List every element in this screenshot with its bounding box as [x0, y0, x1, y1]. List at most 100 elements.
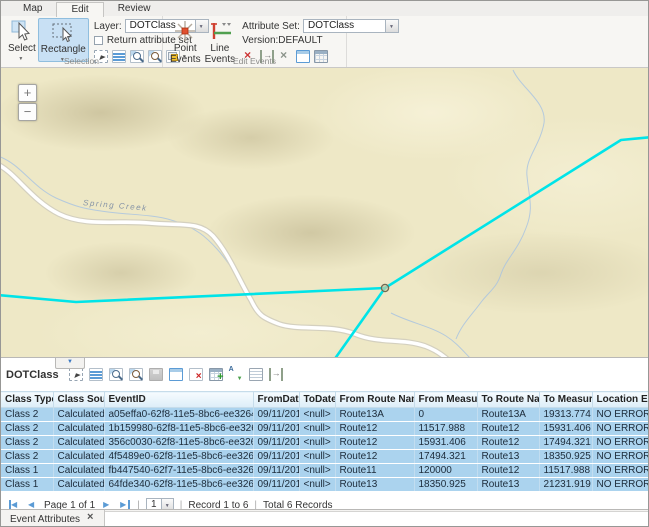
add-record-icon[interactable]: [209, 368, 223, 381]
zoom-in-button[interactable]: +: [18, 84, 37, 102]
table-cell: <null>: [299, 478, 335, 492]
ribbon: Select Rectangle Layer: DOTClass: [1, 16, 648, 68]
table-cell: 15931.406: [414, 436, 477, 450]
map-features: [1, 68, 649, 357]
edit-events-group: Point Events Line Events Attribute Set:: [163, 16, 347, 67]
measure-view-icon[interactable]: [269, 368, 283, 381]
table-cell: 11517.988: [539, 464, 592, 478]
table-cell: 09/11/2015: [253, 478, 299, 492]
save-icon[interactable]: [149, 368, 163, 381]
line-events-icon: [207, 19, 233, 43]
table-row[interactable]: Class 2Calculated4f5489e0-62f8-11e5-8bc6…: [1, 450, 649, 464]
table-cell: 21231.919: [539, 478, 592, 492]
event-editor-window: Map Edit Review Select Rectangle: [0, 0, 649, 527]
tab-review[interactable]: Review: [104, 2, 165, 16]
column-header[interactable]: Class Source: [53, 392, 104, 408]
table-cell: 09/11/2015: [253, 422, 299, 436]
table-cell: 11517.988: [414, 422, 477, 436]
route-junction-marker[interactable]: [381, 284, 388, 291]
ribbon-tab-strip: Map Edit Review: [1, 1, 648, 16]
table-row[interactable]: Class 2Calculateda05effa0-62f8-11e5-8bc6…: [1, 408, 649, 422]
table-row[interactable]: Class 1Calculatedfb447540-62f7-11e5-8bc6…: [1, 464, 649, 478]
table-cell: <null>: [299, 464, 335, 478]
zoom-to-selected-icon[interactable]: [109, 368, 123, 381]
point-events-icon: [172, 19, 198, 43]
map-zoom-control: + −: [18, 84, 37, 122]
table-cell: Class 1: [1, 464, 53, 478]
table-cell: Calculated: [53, 478, 104, 492]
table-cell: 1b159980-62f8-11e5-8bc6-ee32641d5ec9: [104, 422, 253, 436]
column-header[interactable]: To Route Name: [477, 392, 539, 408]
column-header[interactable]: Class Type: [1, 392, 53, 408]
column-header[interactable]: Location Error: [592, 392, 649, 408]
select-cursor-icon: [10, 19, 34, 43]
table-cell: 17494.321: [539, 436, 592, 450]
table-cell: Route12: [335, 450, 414, 464]
table-cell: NO ERROR: [592, 464, 649, 478]
table-cell: Route12: [477, 464, 539, 478]
table-cell: 18350.925: [414, 478, 477, 492]
selection-group-label: Selection: [1, 56, 162, 66]
table-cell: Route12: [477, 422, 539, 436]
column-header[interactable]: From Route Name: [335, 392, 414, 408]
column-header[interactable]: ToDate: [299, 392, 335, 408]
select-rows-icon[interactable]: [69, 368, 83, 381]
table-cell: 64fde340-62f8-11e5-8bc6-ee32641d5ec9: [104, 478, 253, 492]
table-cell: NO ERROR: [592, 436, 649, 450]
select-button[interactable]: Select: [6, 18, 38, 60]
table-row[interactable]: Class 1Calculated64fde340-62f8-11e5-8bc6…: [1, 478, 649, 492]
table-cell: 19313.774: [539, 408, 592, 422]
delete-record-icon[interactable]: [189, 368, 203, 381]
table-cell: NO ERROR: [592, 408, 649, 422]
table-cell: Calculated: [53, 408, 104, 422]
table-cell: 18350.925: [539, 450, 592, 464]
table-cell: Class 2: [1, 408, 53, 422]
table-cell: Class 1: [1, 478, 53, 492]
attribute-window-icon[interactable]: [169, 368, 183, 381]
table-cell: 120000: [414, 464, 477, 478]
table-cell: 15931.406: [539, 422, 592, 436]
close-icon[interactable]: [87, 514, 95, 524]
map-canvas[interactable]: Spring Creek + −: [1, 68, 649, 357]
table-cell: <null>: [299, 422, 335, 436]
tab-event-attributes[interactable]: Event Attributes: [1, 510, 105, 527]
table-cell: 356c0030-62f8-11e5-8bc6-ee32641d5ec9: [104, 436, 253, 450]
column-header[interactable]: FromDate: [253, 392, 299, 408]
column-header[interactable]: EventID: [104, 392, 253, 408]
table-cell: NO ERROR: [592, 478, 649, 492]
table-cell: Calculated: [53, 464, 104, 478]
selection-group: Select Rectangle Layer: DOTClass: [1, 16, 163, 67]
chevron-down-icon[interactable]: [385, 20, 398, 32]
table-cell: 09/11/2015: [253, 436, 299, 450]
panel-title: DOTClass: [6, 369, 59, 381]
zoom-out-button[interactable]: −: [18, 103, 37, 121]
pan-to-selected-icon[interactable]: [129, 368, 143, 381]
return-attribute-set-checkbox[interactable]: [94, 36, 103, 45]
table-row[interactable]: Class 2Calculated1b159980-62f8-11e5-8bc6…: [1, 422, 649, 436]
attribute-set-dropdown[interactable]: DOTClass: [303, 19, 399, 33]
table-cell: Calculated: [53, 450, 104, 464]
table-cell: NO ERROR: [592, 422, 649, 436]
sort-rows-icon[interactable]: [229, 368, 243, 381]
table-cell: <null>: [299, 408, 335, 422]
panel-collapse-button[interactable]: [55, 358, 85, 369]
table-cell: <null>: [299, 436, 335, 450]
table-row[interactable]: Class 2Calculated356c0030-62f8-11e5-8bc6…: [1, 436, 649, 450]
column-header[interactable]: To Measure: [539, 392, 592, 408]
version-label: Version:DEFAULT: [242, 35, 322, 46]
table-cell: Route13: [477, 450, 539, 464]
table-cell: Route13A: [477, 408, 539, 422]
table-cell: Route12: [335, 436, 414, 450]
column-header[interactable]: From Measure: [414, 392, 477, 408]
tab-map[interactable]: Map: [9, 2, 56, 16]
show-selected-icon[interactable]: [89, 368, 103, 381]
tab-edit[interactable]: Edit: [56, 2, 103, 17]
table-cell: NO ERROR: [592, 450, 649, 464]
attribute-toolbar: DOTClass: [1, 358, 649, 391]
table-cell: 17494.321: [414, 450, 477, 464]
table-cell: Route12: [477, 436, 539, 450]
form-view-icon[interactable]: [249, 368, 263, 381]
selected-route-lines: [1, 137, 649, 357]
rectangle-select-icon: [50, 20, 76, 44]
table-cell: 09/11/2015: [253, 450, 299, 464]
